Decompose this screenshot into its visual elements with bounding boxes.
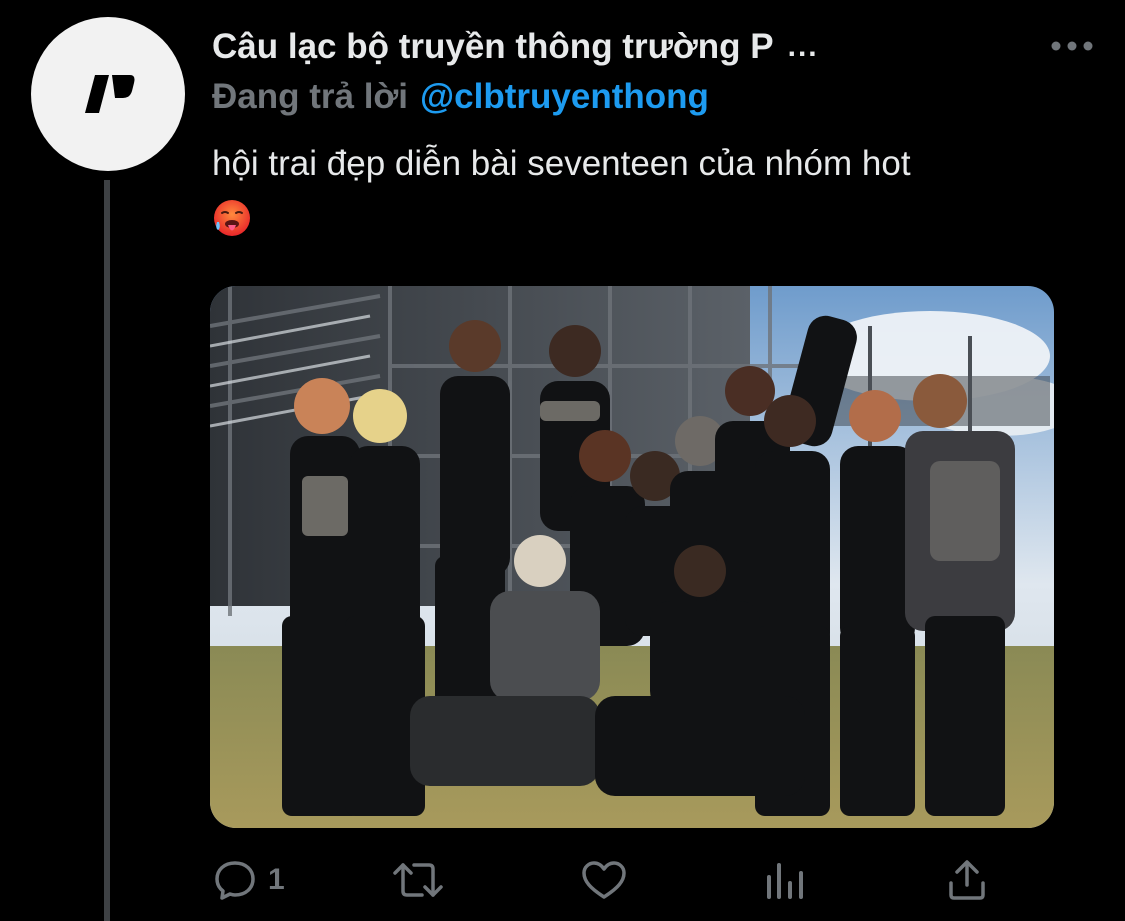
tweet-photo[interactable] <box>210 286 1054 828</box>
like-button[interactable] <box>580 852 638 908</box>
reply-handle-link[interactable]: @clbtruyenthong <box>420 77 709 117</box>
reply-prefix: Đang trả lời <box>212 77 409 116</box>
view-stats-button[interactable] <box>764 852 806 908</box>
logo-icon <box>85 75 135 113</box>
avatar[interactable] <box>31 17 185 171</box>
share-button[interactable] <box>946 852 988 908</box>
group-photo <box>210 286 1054 828</box>
replying-to: Đang trả lời @clbtruyenthong <box>212 74 709 120</box>
author-row: Câu lạc bộ truyền thông trường P ... <box>212 24 1102 70</box>
reply-icon <box>215 861 255 900</box>
retweet-button[interactable] <box>392 852 454 908</box>
reply-button[interactable]: 1 <box>212 852 285 908</box>
more-options-button[interactable] <box>1042 28 1102 64</box>
retweet-icon <box>393 863 443 897</box>
tweet-actions: 1 <box>212 852 1012 908</box>
name-truncation: ... <box>787 30 819 63</box>
tweet-text: hội trai đẹp diễn bài seventeen của nhóm… <box>212 144 911 183</box>
share-icon <box>949 860 985 900</box>
thread-line <box>104 180 110 921</box>
analytics-icon <box>767 863 803 899</box>
heart-icon <box>582 861 626 899</box>
tweet[interactable]: Câu lạc bộ truyền thông trường P ... Đan… <box>0 0 1125 921</box>
more-horizontal-icon <box>1051 41 1093 51</box>
author-name[interactable]: Câu lạc bộ truyền thông trường P <box>212 27 774 67</box>
reply-count: 1 <box>268 863 285 896</box>
hot-face-emoji <box>214 200 250 236</box>
